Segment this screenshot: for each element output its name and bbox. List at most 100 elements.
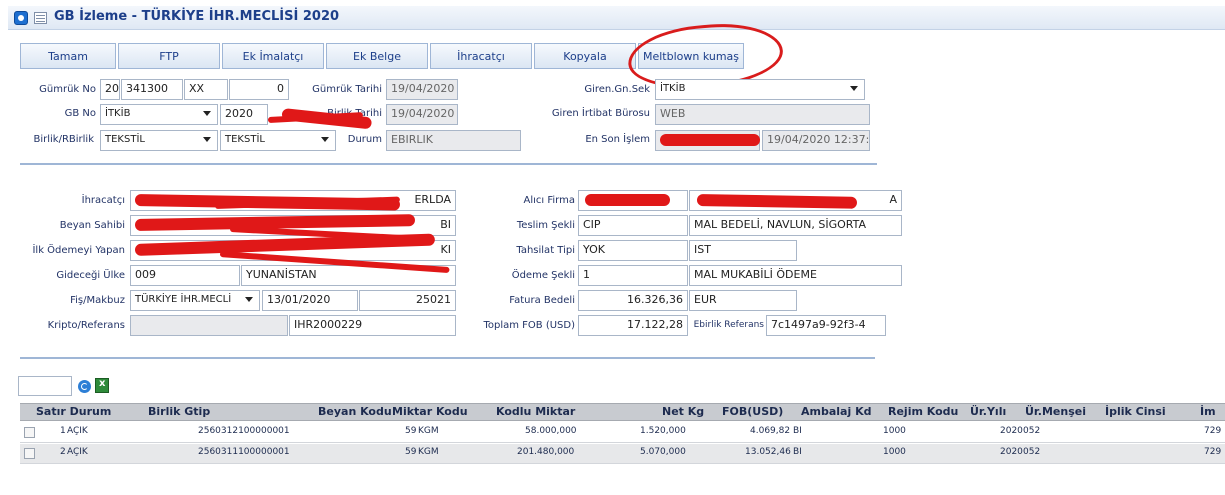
ilk-odemeyi-yapan-label: İlk Ödemeyi Yapan	[32, 245, 125, 256]
col-ur-yili[interactable]: Ür.Yılı	[970, 405, 1006, 418]
toplam-fob-field: 17.122,28	[578, 315, 688, 336]
dropdown-arrow-icon	[321, 137, 329, 142]
cell-durum: AÇIK	[67, 447, 88, 457]
giren-gn-select[interactable]: İTKİB	[655, 79, 865, 100]
ihracatci-label: İhracatçı	[81, 195, 125, 206]
giren-irtibat-label: Giren İrtibat Bürosu	[551, 108, 650, 119]
row-checkbox[interactable]	[24, 448, 35, 459]
teslim-sekli-desc: MAL BEDELİ, NAVLUN, SİGORTA	[689, 215, 902, 236]
cell-im: 729	[1204, 426, 1222, 436]
odeme-sekli-code[interactable]: 1	[578, 265, 688, 286]
odeme-sekli-label: Ödeme Şekli	[511, 270, 575, 281]
ebirlik-referans-label: Ebirlik Referans	[693, 320, 764, 330]
tamam-button[interactable]: Tamam	[20, 43, 116, 69]
giren-gn-value: İTKİB	[660, 83, 686, 94]
col-im[interactable]: İm	[1200, 405, 1216, 418]
gb-no-year[interactable]: 2020	[220, 104, 268, 125]
table-row[interactable]: 2 AÇIK 2560311100000001 59 KGM 201.480,0…	[20, 444, 1225, 464]
col-miktar-kodu[interactable]: Miktar Kodu	[392, 405, 468, 418]
section-divider	[20, 163, 877, 165]
cell-ambalaj: BI	[793, 426, 802, 436]
redaction-mark	[585, 194, 670, 206]
fis-makbuz-no[interactable]: 25021	[359, 290, 456, 311]
referans-field[interactable]: IHR2000229	[289, 315, 456, 336]
rbirlik-select[interactable]: TEKSTİL	[220, 130, 336, 151]
col-rejim-kodu[interactable]: Rejim Kodu	[888, 405, 958, 418]
gidecegi-ulke-code[interactable]: 009	[130, 265, 240, 286]
gb-no-select[interactable]: İTKİB	[100, 104, 218, 125]
cell-miktar-kodu: KGM	[418, 426, 439, 436]
fis-makbuz-date[interactable]: 13/01/2020	[262, 290, 358, 311]
grid-header: Satır Durum Birlik Gtip Beyan Kodu Mikta…	[20, 403, 1225, 421]
row-checkbox[interactable]	[24, 427, 35, 438]
refresh-icon[interactable]	[78, 380, 91, 393]
gidecegi-ulke-label: Gideceği Ülke	[56, 270, 125, 281]
cell-durum: AÇIK	[67, 426, 88, 436]
col-fob[interactable]: FOB(USD)	[722, 405, 783, 418]
gumruk-no-field-3[interactable]: XX	[184, 79, 228, 100]
col-kodlu-miktar[interactable]: Kodlu Miktar	[496, 405, 575, 418]
cell-gtip: 2560311100000001	[198, 447, 290, 457]
ftp-button[interactable]: FTP	[118, 43, 220, 69]
en-son-islem-label: En Son İşlem	[585, 134, 650, 145]
fis-makbuz-label: Fiş/Makbuz	[70, 295, 125, 306]
tahsilat-tipi-label: Tahsilat Tipi	[516, 245, 575, 256]
kripto-field	[130, 315, 288, 336]
cell-satir: 2	[60, 447, 66, 457]
cell-kodlu-miktar: 58.000,000	[525, 426, 577, 436]
cell-im: 729	[1204, 447, 1222, 457]
gumruk-no-field-1[interactable]: 20	[100, 79, 120, 100]
cell-miktar-kodu: KGM	[418, 447, 439, 457]
cell-rejim: 1000	[883, 447, 906, 457]
tahsilat-tipi-code[interactable]: YOK	[578, 240, 688, 261]
fatura-bedeli-field[interactable]: 16.326,36	[578, 290, 688, 311]
fatura-bedeli-label: Fatura Bedeli	[509, 295, 575, 306]
fatura-bedeli-currency: EUR	[689, 290, 797, 311]
dropdown-arrow-icon	[203, 137, 211, 142]
ek-imalatci-button[interactable]: Ek İmalatçı	[222, 43, 324, 69]
col-ur-mensei[interactable]: Ür.Menşei	[1025, 405, 1086, 418]
cell-mensei: 052	[1023, 447, 1041, 457]
col-satir-durum[interactable]: Satır Durum	[36, 405, 111, 418]
redaction-mark	[660, 134, 760, 146]
ihracatci-button[interactable]: İhracatçı	[430, 43, 532, 69]
excel-export-icon[interactable]	[95, 378, 109, 393]
cell-rejim: 1000	[883, 426, 906, 436]
dropdown-arrow-icon	[850, 86, 858, 91]
col-birlik-gtip[interactable]: Birlik Gtip	[148, 405, 210, 418]
col-beyan-kodu[interactable]: Beyan Kodu	[318, 405, 392, 418]
cell-net-kg: 1.520,000	[640, 426, 686, 436]
gumruk-no-field-4[interactable]: 0	[229, 79, 289, 100]
gumruk-no-label: Gümrük No	[39, 84, 96, 95]
kripto-referans-label: Kripto/Referans	[47, 320, 125, 331]
cell-fob: 13.052,46	[745, 447, 791, 457]
toplam-fob-label: Toplam FOB (USD)	[483, 320, 575, 331]
fis-makbuz-select-value: TÜRKİYE İHR.MECLİ	[135, 294, 232, 305]
table-row[interactable]: 1 AÇIK 2560312100000001 59 KGM 58.000,00…	[20, 423, 1225, 443]
cell-yil: 2020	[1000, 447, 1023, 457]
odeme-sekli-desc: MAL MUKABİLİ ÖDEME	[689, 265, 902, 286]
col-iplik-cinsi[interactable]: İplik Cinsi	[1105, 405, 1166, 418]
cell-kodlu-miktar: 201.480,000	[517, 447, 575, 457]
beyan-sahibi-label: Beyan Sahibi	[59, 220, 125, 231]
giren-gn-label: Giren.Gn.Sek	[584, 84, 650, 95]
fis-makbuz-select[interactable]: TÜRKİYE İHR.MECLİ	[130, 290, 260, 311]
dropdown-arrow-icon	[203, 111, 211, 116]
ek-belge-button[interactable]: Ek Belge	[326, 43, 428, 69]
kopyala-button[interactable]: Kopyala	[534, 43, 636, 69]
teslim-sekli-code[interactable]: CIP	[578, 215, 688, 236]
cell-satir: 1	[60, 426, 66, 436]
birlik-label: Birlik/RBirlik	[33, 134, 94, 145]
document-icon	[34, 12, 47, 24]
col-ambalaj-kd[interactable]: Ambalaj Kd	[801, 405, 871, 418]
birlik-select[interactable]: TEKSTİL	[100, 130, 218, 151]
giren-irtibat-field: WEB	[655, 104, 870, 125]
durum-label: Durum	[347, 134, 382, 145]
gumruk-no-field-2[interactable]: 341300	[121, 79, 183, 100]
cell-yil: 2020	[1000, 426, 1023, 436]
col-net-kg[interactable]: Net Kg	[662, 405, 704, 418]
window-title: GB İzleme - TÜRKİYE İHR.MECLİSİ 2020	[54, 9, 340, 24]
cell-net-kg: 5.070,000	[640, 447, 686, 457]
page-input[interactable]	[18, 376, 72, 396]
birlik-tarihi-field: 19/04/2020	[386, 104, 458, 125]
